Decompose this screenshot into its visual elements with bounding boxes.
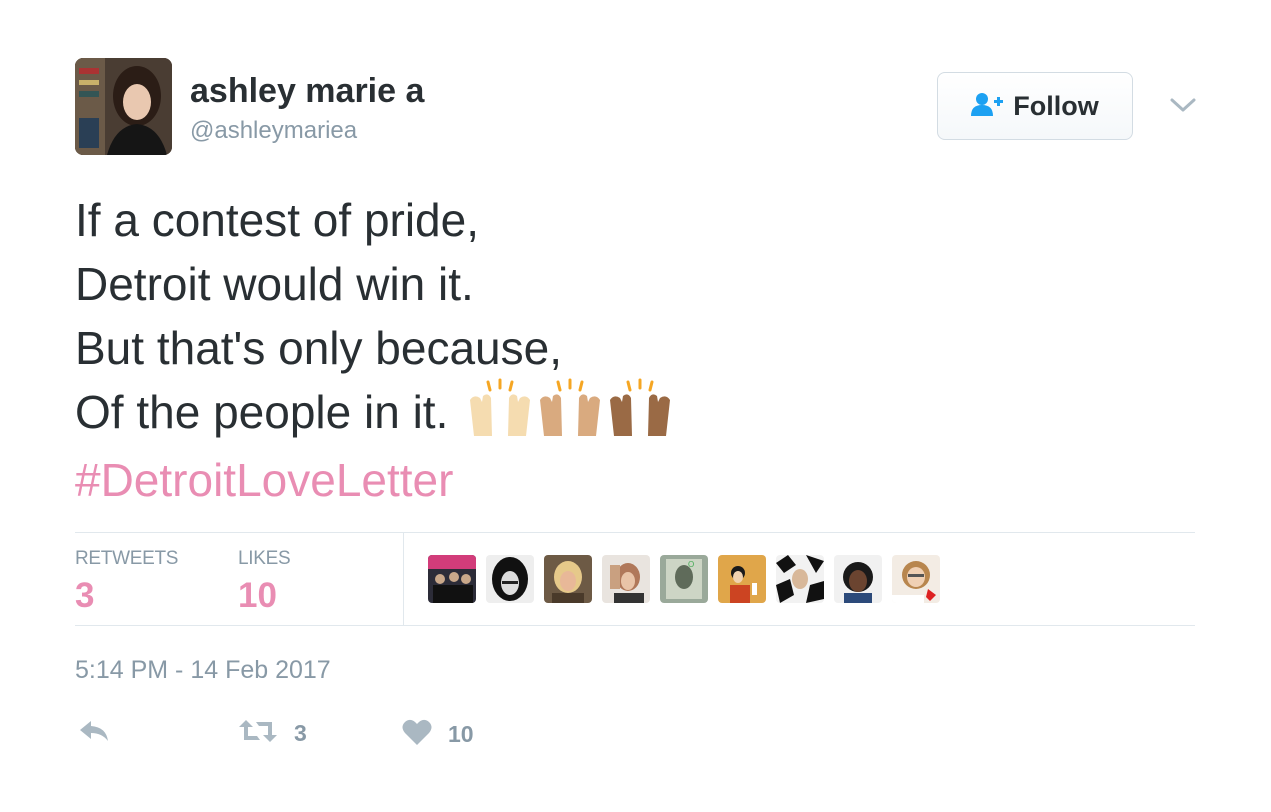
tweet-text: If a contest of pride, Detroit would win…	[75, 188, 1175, 512]
add-user-icon	[971, 92, 1004, 121]
raising-hands-medium-dark-icon	[610, 378, 671, 436]
liker-avatar[interactable]	[892, 555, 940, 603]
liker-avatar[interactable]	[834, 555, 882, 603]
liker-avatar[interactable]	[428, 555, 476, 603]
liker-avatar[interactable]	[776, 555, 824, 603]
divider	[75, 625, 1195, 626]
follow-button[interactable]: Follow	[937, 72, 1133, 140]
likers-avatars: O	[428, 555, 940, 603]
svg-text:O: O	[688, 560, 694, 569]
liker-avatar[interactable]	[486, 555, 534, 603]
like-count: 10	[448, 721, 474, 747]
user-handle[interactable]: @ashleymariea	[190, 117, 357, 145]
user-avatar[interactable]	[75, 58, 172, 155]
likes-count[interactable]: 10	[238, 576, 277, 616]
reply-button[interactable]	[78, 718, 110, 749]
raising-hands-emoji-group	[466, 378, 674, 442]
reply-icon	[78, 718, 110, 749]
tweet-line-text: Of the people in it.	[75, 386, 449, 438]
retweets-label[interactable]: RETWEETS	[75, 548, 178, 570]
chevron-down-icon[interactable]	[1168, 94, 1198, 116]
liker-avatar[interactable]	[544, 555, 592, 603]
tweet-line-last: Of the people in it.	[75, 378, 1175, 448]
like-button[interactable]: 10	[402, 718, 474, 751]
tweet-timestamp[interactable]: 5:14 PM - 14 Feb 2017	[75, 656, 331, 685]
retweet-button[interactable]: 3	[238, 718, 307, 749]
liker-avatar[interactable]: O	[660, 555, 708, 603]
divider	[75, 532, 1195, 533]
raising-hands-light-icon	[470, 378, 531, 436]
likes-label[interactable]: LIKES	[238, 548, 291, 570]
raising-hands-medium-light-icon	[540, 378, 601, 436]
retweets-count[interactable]: 3	[75, 576, 94, 616]
follow-button-label: Follow	[1013, 90, 1099, 121]
retweet-icon	[238, 718, 278, 749]
liker-avatar[interactable]	[718, 555, 766, 603]
hashtag-link[interactable]: #DetroitLoveLetter	[75, 448, 1175, 512]
retweet-count: 3	[294, 720, 307, 746]
divider	[403, 533, 404, 625]
user-display-name[interactable]: ashley marie a	[190, 72, 424, 111]
tweet-line: If a contest of pride,	[75, 194, 480, 246]
tweet-line: But that's only because,	[75, 322, 562, 374]
heart-icon	[402, 718, 432, 751]
tweet-line: Detroit would win it.	[75, 258, 474, 310]
liker-avatar[interactable]	[602, 555, 650, 603]
